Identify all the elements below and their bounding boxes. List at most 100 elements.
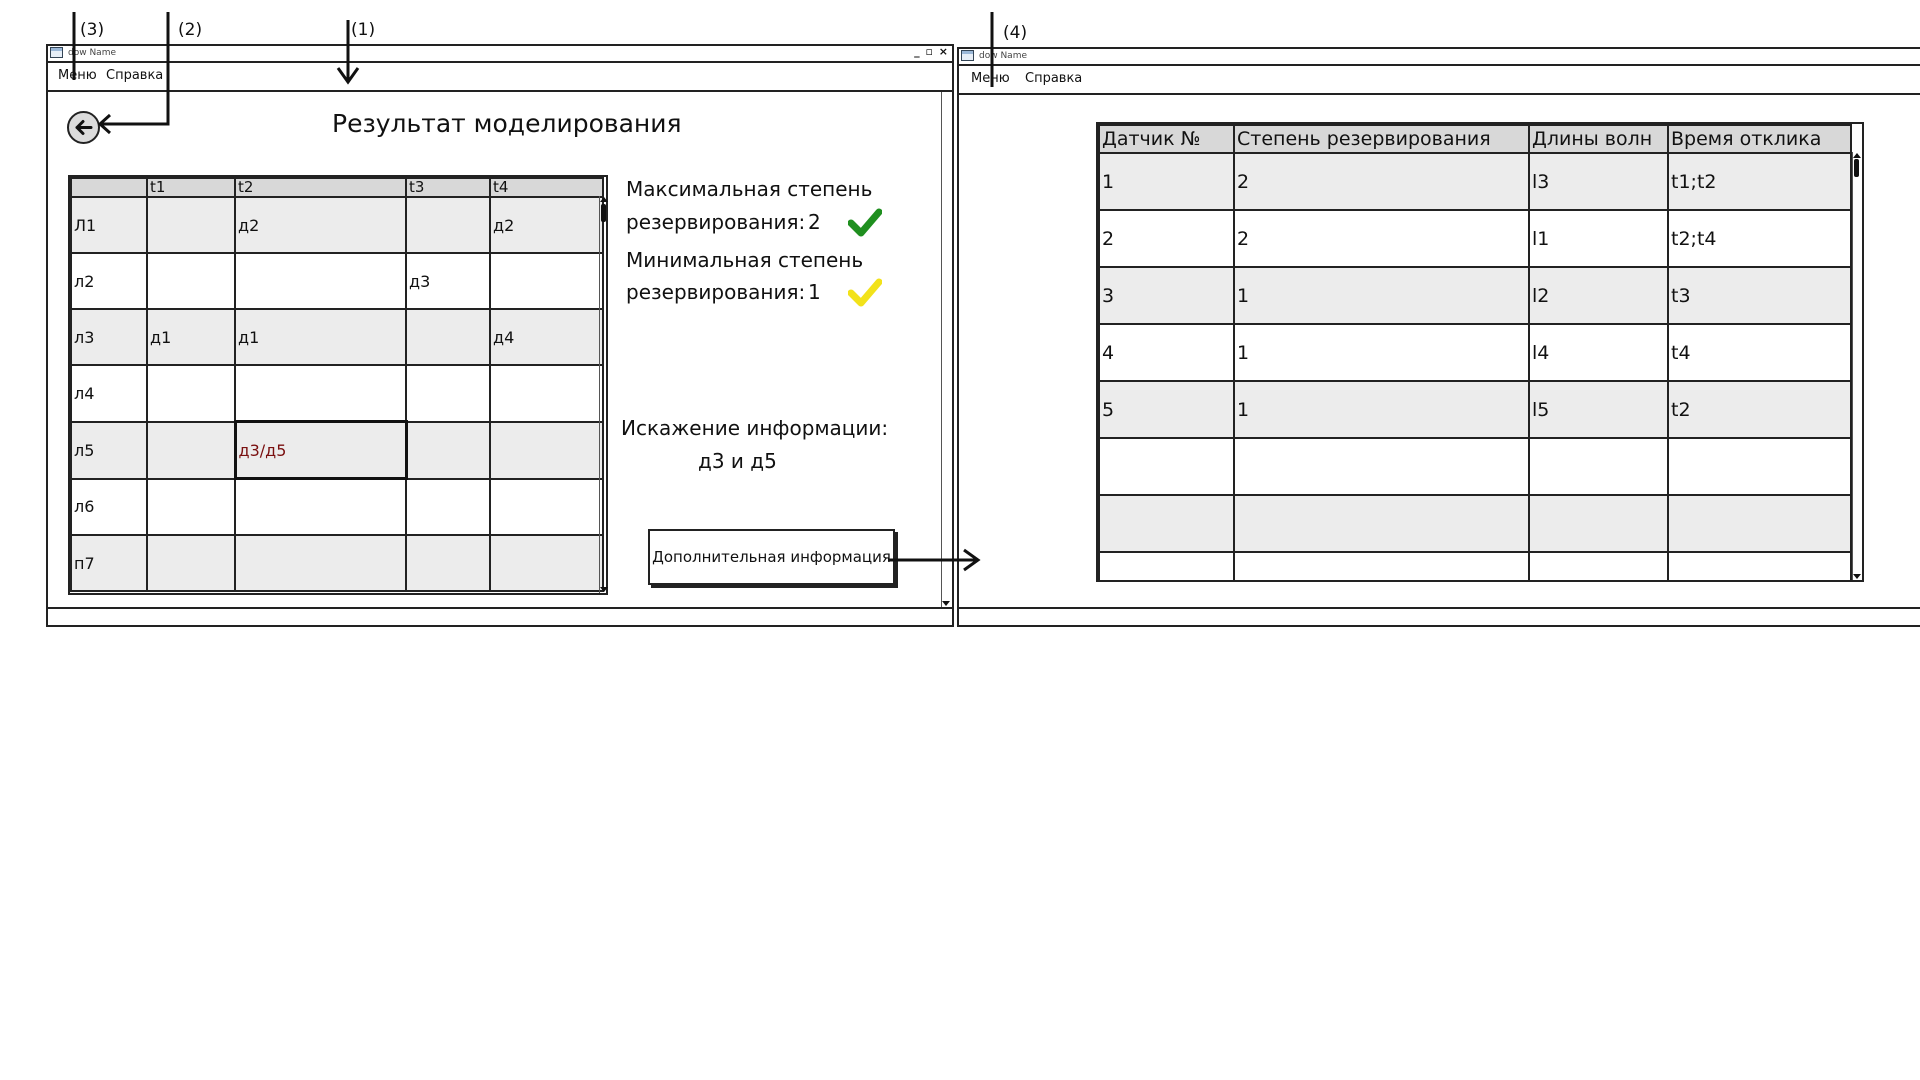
sensor-cell [1233, 551, 1530, 580]
sensor-cell [1667, 437, 1852, 496]
grid-cell[interactable] [405, 420, 491, 480]
menu-item-menu[interactable]: Меню [58, 61, 97, 90]
status-bar [959, 607, 1920, 625]
page-title: Результат моделирования [332, 109, 682, 138]
grid-cell[interactable] [234, 534, 407, 592]
grid-cell[interactable]: д4 [489, 308, 604, 366]
grid-scrollbar[interactable] [599, 196, 608, 593]
grid-cell[interactable]: д2 [234, 196, 407, 254]
back-button[interactable] [67, 111, 100, 144]
sensor-table-scrollbar[interactable] [1852, 152, 1861, 580]
grid-row: Л1 д2 д2 [70, 196, 604, 254]
sensor-cell: l3 [1528, 152, 1669, 211]
sensor-cell: 1 [1233, 266, 1530, 325]
sensor-cell: 3 [1098, 266, 1235, 325]
scroll-thumb[interactable] [1854, 159, 1859, 177]
details-window: dow Name Меню Справка Датчик № Степень р… [957, 47, 1920, 627]
grid-cell[interactable] [146, 477, 236, 536]
grid-cell[interactable] [489, 477, 604, 536]
sensor-cell [1667, 494, 1852, 553]
window-title: dow Name [68, 48, 116, 58]
grid-cell[interactable] [234, 364, 407, 423]
header-sensor-number: Датчик № [1098, 124, 1235, 154]
status-bar [48, 607, 952, 625]
check-green-icon [848, 208, 882, 237]
scroll-up-arrow[interactable] [1853, 153, 1861, 158]
grid-row: п7 [70, 534, 604, 592]
scroll-thumb[interactable] [601, 204, 606, 222]
grid-cell-conflict[interactable]: д3/д5 [233, 420, 408, 480]
sensor-cell: t1;t2 [1667, 152, 1852, 211]
callout-3-label: (3) [80, 20, 105, 40]
grid-cell[interactable] [146, 196, 236, 254]
grid-cell[interactable] [146, 364, 236, 423]
grid-header-corner [70, 177, 148, 198]
grid-header-t3: t3 [405, 177, 491, 198]
grid-cell[interactable]: д2 [489, 196, 604, 254]
sensor-cell [1528, 551, 1669, 580]
scroll-down-arrow[interactable] [600, 587, 608, 592]
sensor-row[interactable]: 4 1 l4 t4 [1098, 323, 1852, 382]
min-reservation-label-2: резервирования: [626, 280, 806, 304]
allocation-table: t1 t2 t3 t4 Л1 д2 д2 л2 д3 л3 д1 д1 д4 л4 л5 д3/д5 л… [70, 177, 604, 592]
window-icon [961, 50, 974, 61]
callout-2-label: (2) [178, 20, 203, 40]
header-wavelengths: Длины волн [1528, 124, 1669, 154]
grid-cell[interactable] [146, 252, 236, 310]
menu-item-help[interactable]: Справка [1025, 64, 1082, 93]
grid-cell[interactable] [489, 364, 604, 423]
grid-cell[interactable] [489, 420, 604, 480]
sensor-cell: 5 [1098, 380, 1235, 439]
sensor-cell: 2 [1233, 209, 1530, 268]
sensor-table: Датчик № Степень резервирования Длины во… [1098, 124, 1852, 580]
sensor-cell: l4 [1528, 323, 1669, 382]
grid-row-label: л2 [70, 252, 148, 310]
grid-row-label: л6 [70, 477, 148, 536]
min-reservation-value: 1 [808, 280, 821, 304]
sensor-row[interactable]: 2 2 l1 t2;t4 [1098, 209, 1852, 268]
grid-cell[interactable] [405, 534, 491, 592]
header-response-time: Время отклика [1667, 124, 1852, 154]
menu-item-menu[interactable]: Меню [971, 64, 1010, 93]
sensor-row[interactable] [1098, 494, 1852, 553]
menu-item-help[interactable]: Справка [106, 61, 163, 90]
grid-cell[interactable]: д1 [234, 308, 407, 366]
check-yellow-icon [848, 278, 882, 307]
grid-cell[interactable] [405, 308, 491, 366]
scroll-down-arrow[interactable] [1853, 574, 1861, 579]
grid-header-row: t1 t2 t3 t4 [70, 177, 604, 198]
sensor-row[interactable]: 1 2 l3 t1;t2 [1098, 152, 1852, 211]
grid-cell[interactable] [405, 196, 491, 254]
grid-cell[interactable] [489, 252, 604, 310]
min-reservation-label-1: Минимальная степень [626, 248, 864, 272]
more-info-button[interactable]: Дополнительная информация [648, 529, 895, 585]
grid-cell[interactable]: д3 [405, 252, 491, 310]
grid-cell[interactable] [146, 534, 236, 592]
scroll-up-arrow[interactable] [600, 197, 608, 202]
window-icon [50, 47, 63, 58]
grid-row-label: л3 [70, 308, 148, 366]
sensor-row[interactable]: 3 1 l2 t3 [1098, 266, 1852, 325]
grid-cell[interactable] [405, 477, 491, 536]
sensor-cell: 1 [1233, 323, 1530, 382]
sensor-row[interactable] [1098, 551, 1852, 580]
grid-cell[interactable] [146, 420, 236, 480]
window-scroll-down-arrow[interactable] [942, 601, 950, 606]
sensor-row[interactable]: 5 1 l5 t2 [1098, 380, 1852, 439]
sensor-cell: l5 [1528, 380, 1669, 439]
grid-cell[interactable] [234, 477, 407, 536]
grid-cell[interactable]: д1 [146, 308, 236, 366]
grid-row-label: л4 [70, 364, 148, 423]
grid-header-t1: t1 [146, 177, 236, 198]
grid-cell[interactable] [405, 364, 491, 423]
sensor-row[interactable] [1098, 437, 1852, 496]
grid-row: л5 д3/д5 [70, 420, 604, 480]
grid-row: л2 д3 [70, 252, 604, 310]
max-reservation-label-2: резервирования: [626, 210, 806, 234]
window-controls[interactable]: _ ▫ × [914, 45, 949, 59]
grid-row: л6 [70, 477, 604, 536]
grid-cell[interactable] [489, 534, 604, 592]
window-scrollbar[interactable] [941, 92, 950, 607]
distortion-value: д3 и д5 [698, 449, 777, 473]
grid-cell[interactable] [234, 252, 407, 310]
